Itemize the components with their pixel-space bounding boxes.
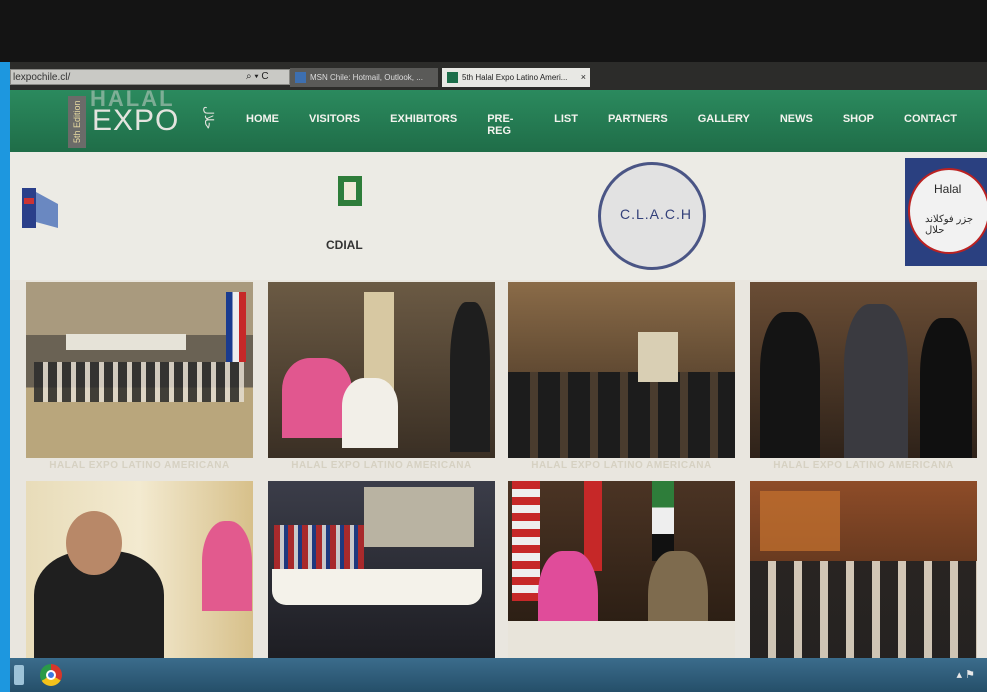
- person-shape: [342, 378, 398, 448]
- nav-exhibitors[interactable]: EXHIBITORS: [390, 113, 457, 137]
- nav-news[interactable]: NEWS: [780, 113, 813, 137]
- windows-taskbar: ▴ ⚑: [10, 658, 987, 692]
- gallery-photo[interactable]: [508, 282, 735, 458]
- photo-gallery: HALAL EXPO LATINO AMERICANA HALAL EXPO L…: [10, 280, 987, 662]
- wall-panel-shape: [760, 491, 840, 551]
- crowd-shape: [508, 372, 735, 458]
- face-shape: [66, 511, 122, 575]
- photo-scene: [508, 481, 735, 661]
- gallery-photo[interactable]: [268, 282, 495, 458]
- table-cloth-shape: [272, 569, 482, 605]
- tab-msn[interactable]: MSN Chile: Hotmail, Outlook, ...: [290, 68, 438, 87]
- system-tray[interactable]: ▴ ⚑: [957, 668, 975, 681]
- gallery-photo[interactable]: [26, 481, 253, 661]
- person-shape: [202, 521, 252, 611]
- gallery-photo[interactable]: [750, 481, 977, 661]
- screen-shape: [364, 487, 474, 547]
- photo-caption: HALAL EXPO LATINO AMERICANA: [773, 460, 954, 471]
- msn-favicon-icon: [295, 72, 306, 83]
- booth-panel-shape: [638, 332, 678, 382]
- flag-shape: [512, 481, 540, 601]
- nav-gallery[interactable]: GALLERY: [698, 113, 750, 137]
- photo-scene: [508, 282, 735, 458]
- expo-favicon-icon: [447, 72, 458, 83]
- halal-expo-logo[interactable]: 5th Edition HALAL EXPO حلال: [68, 86, 218, 154]
- gallery-photo[interactable]: [26, 282, 253, 458]
- monitor-frame-left: [0, 62, 10, 692]
- flags-shape: [274, 525, 364, 569]
- tab-label: MSN Chile: Hotmail, Outlook, ...: [310, 73, 423, 82]
- edition-badge: 5th Edition: [68, 96, 86, 148]
- main-nav: HOME VISITORS EXHIBITORS PRE-REG LIST PA…: [246, 113, 987, 137]
- partners-band: CDIAL C.L.A.C.H Halal جزر فوكلاند حلال: [10, 152, 987, 280]
- gallery-photo[interactable]: [268, 481, 495, 661]
- logo-arabic-text: حلال: [202, 106, 216, 130]
- photo-scene: [26, 282, 253, 458]
- gallery-photo[interactable]: [508, 481, 735, 661]
- cdial-label: CDIAL: [326, 238, 363, 252]
- partner-logo-left[interactable]: [18, 182, 72, 238]
- photo-scene: [750, 282, 977, 458]
- tab-halal-expo[interactable]: 5th Halal Expo Latino Ameri... ×: [442, 68, 590, 87]
- screen: lexpochile.cl/ ⌕ ▾ C MSN Chile: Hotmail,…: [10, 62, 987, 692]
- chrome-icon[interactable]: [40, 664, 62, 686]
- table-shape: [508, 621, 735, 661]
- clach-label: C.L.A.C.H: [620, 206, 693, 222]
- photo-scene: [268, 282, 495, 458]
- nav-home[interactable]: HOME: [246, 113, 279, 137]
- nav-shop[interactable]: SHOP: [843, 113, 874, 137]
- site-header: 5th Edition HALAL EXPO حلال HOME VISITOR…: [10, 86, 987, 154]
- person-shape: [920, 318, 972, 458]
- nav-list[interactable]: LIST: [554, 113, 578, 137]
- person-shape: [450, 302, 490, 452]
- tab-label: 5th Halal Expo Latino Ameri...: [462, 73, 568, 82]
- flag-shape: [226, 292, 246, 362]
- photo-caption: HALAL EXPO LATINO AMERICANA: [531, 460, 712, 471]
- address-search-refresh-icons[interactable]: ⌕ ▾ C: [246, 69, 269, 85]
- dining-crowd-shape: [750, 561, 977, 661]
- photo-caption: HALAL EXPO LATINO AMERICANA: [291, 460, 472, 471]
- person-shape: [844, 304, 908, 458]
- photo-caption: HALAL EXPO LATINO AMERICANA: [49, 460, 230, 471]
- photo-scene: [26, 481, 253, 661]
- falkland-arabic-text: جزر فوكلاند حلال: [925, 214, 974, 236]
- nav-contact[interactable]: CONTACT: [904, 113, 957, 137]
- photo-scene: [750, 481, 977, 661]
- start-button[interactable]: [14, 665, 24, 685]
- monitor-bezel: [0, 0, 987, 62]
- person-shape: [760, 312, 820, 458]
- falkland-seal-icon: [908, 168, 987, 254]
- close-tab-icon[interactable]: ×: [581, 68, 586, 87]
- gallery-photo[interactable]: [750, 282, 977, 458]
- nav-pre-reg[interactable]: PRE-REG: [487, 113, 524, 137]
- flag-shape: [652, 481, 674, 561]
- crowd-shape: [34, 362, 244, 402]
- nav-visitors[interactable]: VISITORS: [309, 113, 360, 137]
- falkland-halal-text: Halal: [934, 182, 962, 196]
- nav-partners[interactable]: PARTNERS: [608, 113, 668, 137]
- banner-shape: [66, 334, 186, 350]
- logo-expo-text: EXPO: [92, 104, 180, 137]
- photo-scene: [268, 481, 495, 661]
